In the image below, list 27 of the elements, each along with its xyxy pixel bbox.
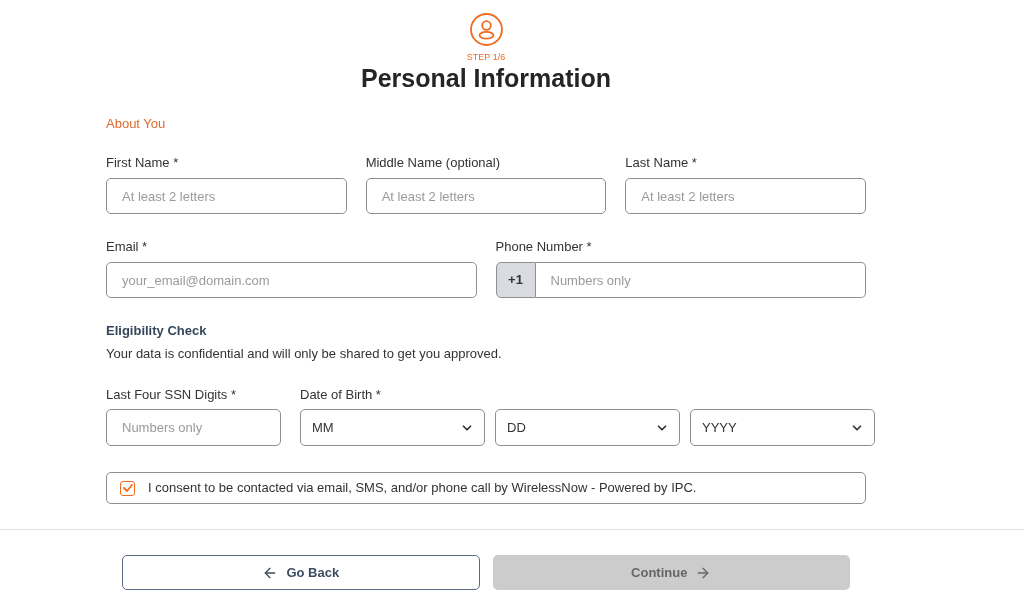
checkbox[interactable] (120, 480, 135, 496)
input-field[interactable]: At least 2 letters (625, 178, 866, 214)
field-label: Middle Name (optional) (365, 155, 502, 171)
dropdown-select[interactable]: DD (495, 409, 680, 446)
input-field[interactable]: Numbers only (535, 262, 866, 298)
user-icon (469, 13, 503, 46)
consent-text: I consent to be contacted via email, SMS, and/or phone call by WirelessNow - Powered by IPC. (148, 480, 697, 496)
input-field[interactable]: Numbers only (106, 409, 281, 446)
section-heading: About You (106, 116, 167, 132)
country-code-prefix: +1 (495, 262, 536, 298)
dropdown-select[interactable]: MM (300, 409, 485, 446)
step-indicator: STEP 1/6 (466, 52, 506, 63)
field-label: Last Four SSN Digits * (106, 387, 238, 403)
field-label: First Name * (106, 155, 180, 171)
field-label: Last Name * (625, 155, 698, 171)
dropdown-select[interactable]: YYYY (690, 409, 875, 446)
checkmark-icon (122, 484, 133, 492)
back-button[interactable]: Go Back (122, 555, 480, 590)
section-description: Your data is confidential and will only be shared to get you approved. (106, 346, 503, 362)
page-title: Personal Information (360, 64, 611, 92)
input-field[interactable]: At least 2 letters (106, 178, 347, 214)
section-heading: Eligibility Check (106, 323, 208, 339)
input-field[interactable]: your_email@domain.com (106, 262, 477, 298)
field-label: Phone Number * (495, 239, 593, 255)
field-label: Date of Birth * (300, 387, 382, 403)
input-field[interactable]: At least 2 letters (365, 178, 607, 214)
field-label: Email * (106, 239, 149, 255)
